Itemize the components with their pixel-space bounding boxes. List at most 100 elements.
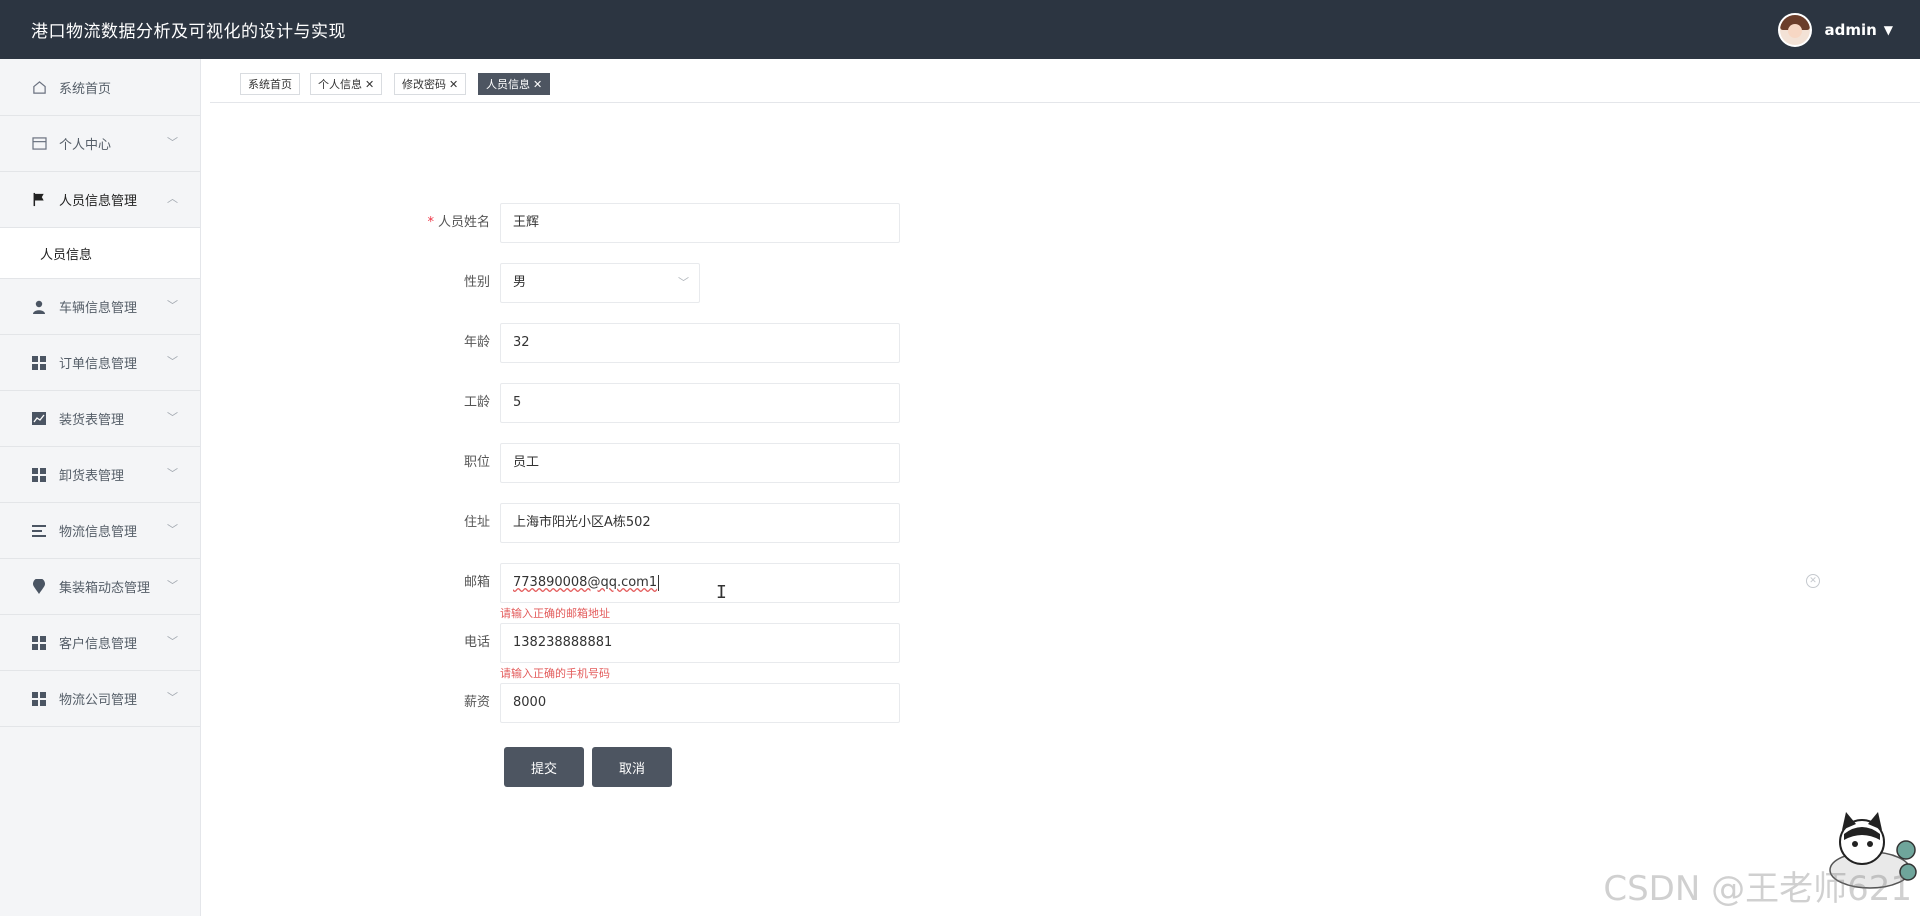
- sidebar-item-logistics-management[interactable]: 物流信息管理 ﹀: [0, 503, 200, 559]
- email-field[interactable]: 773890008@qq.com1: [500, 563, 900, 603]
- user-menu[interactable]: admin ▼: [1778, 0, 1893, 59]
- gender-select[interactable]: 男 ﹀: [500, 263, 700, 303]
- chart-icon: [31, 411, 47, 427]
- tab-change-password[interactable]: 修改密码 ✕: [394, 73, 467, 95]
- name-field[interactable]: 王辉: [500, 203, 900, 243]
- age-field[interactable]: 32: [500, 323, 900, 363]
- tab-home[interactable]: 系统首页: [240, 73, 300, 95]
- sidebar-item-label: 物流公司管理: [59, 693, 138, 708]
- tab-label: 修改密码: [402, 78, 446, 91]
- chevron-down-icon: ﹀: [167, 691, 178, 704]
- close-icon[interactable]: ✕: [449, 78, 458, 91]
- tabs-bar: 系统首页 个人信息 ✕ 修改密码 ✕ 人员信息 ✕: [210, 59, 1920, 103]
- home-icon: [31, 79, 47, 95]
- form-row-position: 职位 员工: [400, 443, 900, 483]
- sidebar-subitem-staff-info[interactable]: 人员信息: [0, 228, 200, 279]
- chevron-down-icon: ﹀: [167, 136, 178, 149]
- list-icon: [31, 523, 47, 539]
- user-icon: [31, 299, 47, 315]
- clear-icon[interactable]: ✕: [1806, 574, 1820, 588]
- sidebar-item-label: 物流信息管理: [59, 525, 138, 540]
- grid-icon: [31, 691, 47, 707]
- sidebar-item-home[interactable]: 系统首页: [0, 59, 200, 116]
- sidebar-item-label: 客户信息管理: [59, 637, 138, 652]
- sidebar-item-vehicle-management[interactable]: 车辆信息管理 ﹀: [0, 279, 200, 335]
- grid-icon: [31, 355, 47, 371]
- phone-field[interactable]: 138238888881: [500, 623, 900, 663]
- avatar[interactable]: [1778, 12, 1813, 47]
- sidebar-item-label: 卸货表管理: [59, 469, 125, 484]
- chevron-down-icon: ﹀: [167, 355, 178, 368]
- age-label: 年龄: [463, 335, 490, 350]
- address-field[interactable]: 上海市阳光小区A栋502: [500, 503, 900, 543]
- grid-icon: [31, 467, 47, 483]
- email-value: 773890008@qq.com1: [513, 575, 658, 590]
- tab-personal-info[interactable]: 个人信息 ✕: [310, 73, 383, 95]
- form-row-salary: 薪资 8000: [400, 683, 900, 723]
- position-field[interactable]: 员工: [500, 443, 900, 483]
- tab-label: 系统首页: [248, 78, 292, 91]
- email-error: 请输入正确的邮箱地址: [500, 607, 610, 620]
- username[interactable]: admin: [1824, 21, 1876, 39]
- sidebar-item-label: 车辆信息管理: [59, 301, 138, 316]
- sidebar-item-unloading-management[interactable]: 卸货表管理 ﹀: [0, 447, 200, 503]
- top-bar: 港口物流数据分析及可视化的设计与实现 admin ▼: [0, 0, 1920, 59]
- email-label: 邮箱: [463, 575, 490, 590]
- close-icon[interactable]: ✕: [365, 78, 374, 91]
- tab-label: 人员信息: [486, 78, 530, 91]
- cancel-button[interactable]: 取消: [592, 747, 672, 787]
- address-label: 住址: [463, 515, 490, 530]
- text-cursor-icon: I: [716, 582, 727, 603]
- salary-label: 薪资: [463, 695, 490, 710]
- chevron-down-icon: ﹀: [167, 467, 178, 480]
- form-row-address: 住址 上海市阳光小区A栋502: [400, 503, 900, 543]
- sidebar-item-personal-center[interactable]: 个人中心 ﹀: [0, 116, 200, 172]
- chevron-down-icon: ﹀: [167, 579, 178, 592]
- sidebar-item-label: 个人中心: [59, 138, 112, 153]
- flag-icon: [31, 192, 47, 208]
- chevron-down-icon: ﹀: [678, 276, 689, 289]
- submit-button[interactable]: 提交: [504, 747, 584, 787]
- phone-label: 电话: [463, 635, 490, 650]
- form-row-phone: 电话 138238888881 请输入正确的手机号码: [400, 623, 900, 680]
- sidebar-item-staff-management[interactable]: 人员信息管理 ︿: [0, 172, 200, 228]
- salary-field[interactable]: 8000: [500, 683, 900, 723]
- sidebar-item-company-management[interactable]: 物流公司管理 ﹀: [0, 671, 200, 727]
- name-label: * 人员姓名: [427, 215, 490, 230]
- pin-icon: [31, 579, 47, 595]
- sidebar-item-label: 人员信息管理: [59, 194, 138, 209]
- app-title: 港口物流数据分析及可视化的设计与实现: [31, 22, 346, 42]
- caret-down-icon[interactable]: ▼: [1884, 23, 1893, 37]
- gender-label: 性别: [463, 275, 490, 290]
- sidebar-item-label: 集装箱动态管理: [59, 581, 151, 596]
- seniority-label: 工龄: [463, 395, 490, 410]
- card-icon: [31, 136, 47, 152]
- sidebar: 系统首页 个人中心 ﹀ 人员信息管理 ︿ 人员信息 车辆信息管理 ﹀ 订单信息管…: [0, 59, 201, 916]
- sidebar-item-label: 订单信息管理: [59, 357, 138, 372]
- seniority-field[interactable]: 5: [500, 383, 900, 423]
- form-row-seniority: 工龄 5: [400, 383, 900, 423]
- form-row-gender: 性别 男 ﹀: [400, 263, 900, 303]
- tab-label: 个人信息: [318, 78, 362, 91]
- form-row-email: 邮箱 773890008@qq.com1 请输入正确的邮箱地址: [400, 563, 900, 620]
- chevron-up-icon: ︿: [167, 192, 178, 205]
- watermark: CSDN @王老师621: [1603, 869, 1912, 909]
- gender-value: 男: [513, 275, 527, 290]
- chevron-down-icon: ﹀: [167, 411, 178, 424]
- sidebar-item-container-management[interactable]: 集装箱动态管理 ﹀: [0, 559, 200, 615]
- sidebar-item-label: 系统首页: [59, 81, 112, 97]
- phone-error: 请输入正确的手机号码: [500, 667, 610, 680]
- chevron-down-icon: ﹀: [167, 635, 178, 648]
- close-icon[interactable]: ✕: [533, 78, 542, 91]
- sidebar-item-order-management[interactable]: 订单信息管理 ﹀: [0, 335, 200, 391]
- chevron-down-icon: ﹀: [167, 523, 178, 536]
- form-row-age: 年龄 32: [400, 323, 900, 363]
- chevron-down-icon: ﹀: [167, 299, 178, 312]
- grid-icon: [31, 635, 47, 651]
- form-row-name: * 人员姓名 王辉: [400, 203, 900, 243]
- sidebar-item-loading-management[interactable]: 装货表管理 ﹀: [0, 391, 200, 447]
- sidebar-item-label: 装货表管理: [59, 413, 125, 428]
- sidebar-item-customer-management[interactable]: 客户信息管理 ﹀: [0, 615, 200, 671]
- position-label: 职位: [463, 455, 490, 470]
- tab-staff-info[interactable]: 人员信息 ✕: [478, 73, 551, 95]
